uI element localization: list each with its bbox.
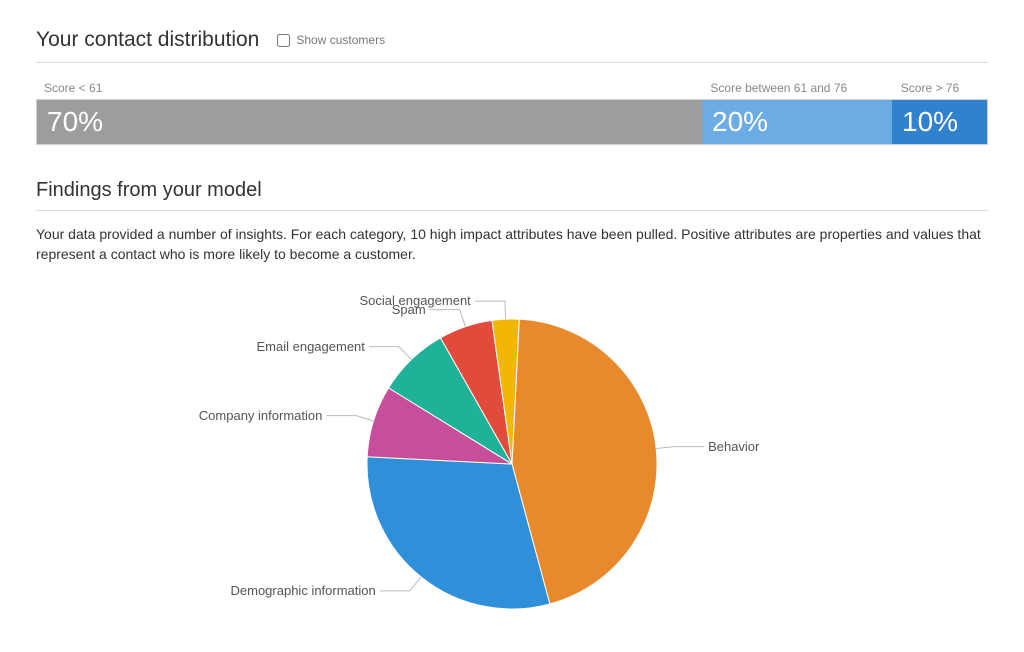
pie-leader (430, 310, 466, 327)
pie-label: Company information (199, 408, 323, 423)
findings-title: Findings from your model (36, 179, 988, 211)
pie-label: Email engagement (257, 339, 365, 354)
pie-leader (475, 301, 506, 319)
show-customers-label: Show customers (296, 33, 385, 47)
pie-chart-svg (36, 284, 988, 624)
dist-label-high: Score > 76 (893, 81, 988, 95)
dist-seg-high: 10% (892, 100, 987, 144)
pie-chart-container: Behavior Demographic information Company i… (36, 284, 988, 624)
show-customers-checkbox-wrap[interactable]: Show customers (277, 33, 385, 47)
dist-label-mid: Score between 61 and 76 (702, 81, 892, 95)
pie-leader (656, 447, 704, 449)
pie-label: Behavior (708, 439, 759, 454)
pie-leader (326, 416, 373, 421)
dist-seg-low: 70% (37, 100, 702, 144)
pie-leader (380, 577, 421, 591)
dist-label-low: Score < 61 (36, 81, 702, 95)
distribution-title: Your contact distribution (36, 28, 259, 52)
pie-label: Social engagement (359, 293, 470, 308)
pie-label: Demographic information (231, 583, 376, 598)
distribution-labels-row: Score < 61 Score between 61 and 76 Score… (36, 81, 988, 95)
pie-leader (369, 347, 411, 360)
dist-seg-mid: 20% (702, 100, 892, 144)
distribution-bar: 70% 20% 10% (36, 99, 988, 145)
distribution-header: Your contact distribution Show customers (36, 28, 988, 63)
show-customers-checkbox[interactable] (277, 34, 290, 47)
findings-description: Your data provided a number of insights.… (36, 225, 988, 264)
